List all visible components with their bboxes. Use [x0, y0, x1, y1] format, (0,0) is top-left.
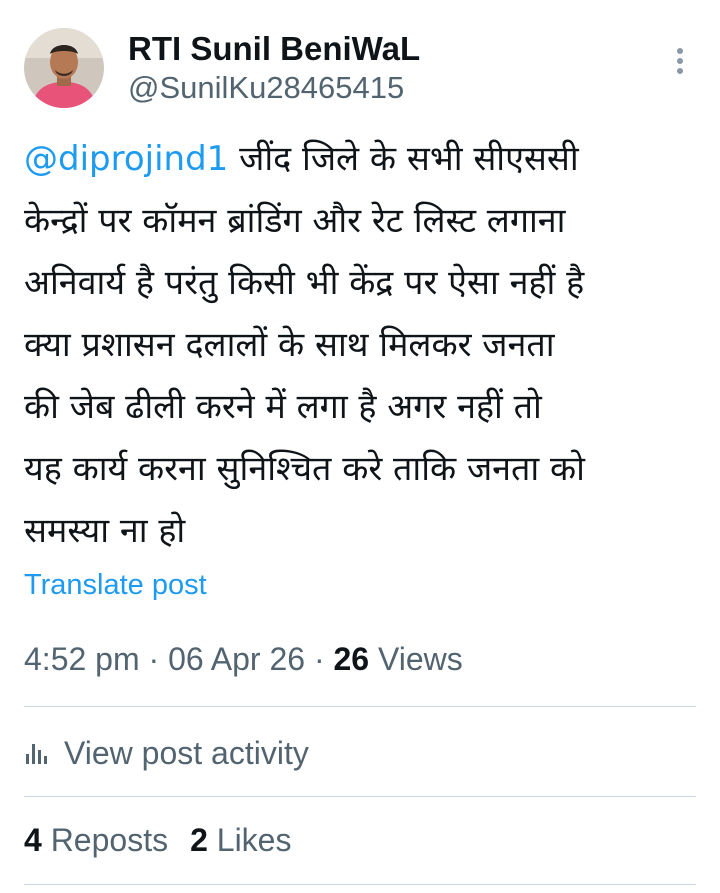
more-vertical-icon — [677, 48, 683, 74]
post-text-line: की जेब ढीली करने में लगा है अगर नहीं तो — [24, 387, 542, 427]
more-options-button[interactable] — [664, 44, 696, 80]
post-text-line: यह कार्य करना सुनिश्चित करे ताकि जनता को — [24, 449, 585, 489]
reposts-label: Reposts — [41, 822, 169, 858]
post-date[interactable]: 06 Apr 26 — [168, 641, 305, 677]
author-name[interactable]: RTI Sunil BeniWaL — [128, 30, 420, 68]
post-text: @diprojind1 जींद जिले के सभी सीएससी केन्… — [24, 128, 696, 562]
translate-post-link[interactable]: Translate post — [24, 569, 207, 602]
avatar[interactable] — [24, 28, 104, 108]
post-text-line: क्या प्रशासन दलालों के साथ मिलकर जनता — [24, 325, 555, 365]
reposts-count: 4 — [24, 822, 42, 858]
divider — [24, 706, 696, 707]
meta-separator: · — [305, 641, 334, 677]
views-label: Views — [369, 641, 463, 677]
analytics-bars-icon — [26, 744, 47, 764]
likes-link[interactable]: 2 Likes — [190, 822, 291, 858]
post-text-segment: जींद जिले के सभी सीएससी — [228, 139, 579, 179]
view-post-activity-label: View post activity — [64, 734, 309, 771]
reposts-link[interactable]: 4 Reposts — [24, 822, 168, 858]
post-time[interactable]: 4:52 pm — [24, 641, 140, 677]
post-text-line: @diprojind1 जींद जिले के सभी सीएससी — [24, 128, 696, 190]
engagement-stats: 4 Reposts 2 Likes — [24, 822, 291, 859]
post-meta: 4:52 pm · 06 Apr 26 · 26 Views — [24, 641, 463, 678]
author-handle[interactable]: @SunilKu28465415 — [128, 70, 404, 106]
view-post-activity-button[interactable]: View post activity — [24, 733, 309, 773]
post-text-line: केन्द्रों पर कॉमन ब्रांडिंग और रेट लिस्ट… — [24, 201, 566, 241]
mention-link[interactable]: @diprojind1 — [24, 139, 228, 179]
divider — [24, 796, 696, 797]
likes-count: 2 — [190, 822, 208, 858]
avatar-image — [24, 28, 104, 108]
likes-label: Likes — [207, 822, 292, 858]
post-text-line: समस्या ना हो — [24, 511, 186, 551]
views-count: 26 — [333, 641, 370, 677]
post-text-line: अनिवार्य है परंतु किसी भी केंद्र पर ऐसा … — [24, 263, 585, 303]
divider — [24, 884, 696, 885]
meta-separator: · — [139, 641, 169, 677]
